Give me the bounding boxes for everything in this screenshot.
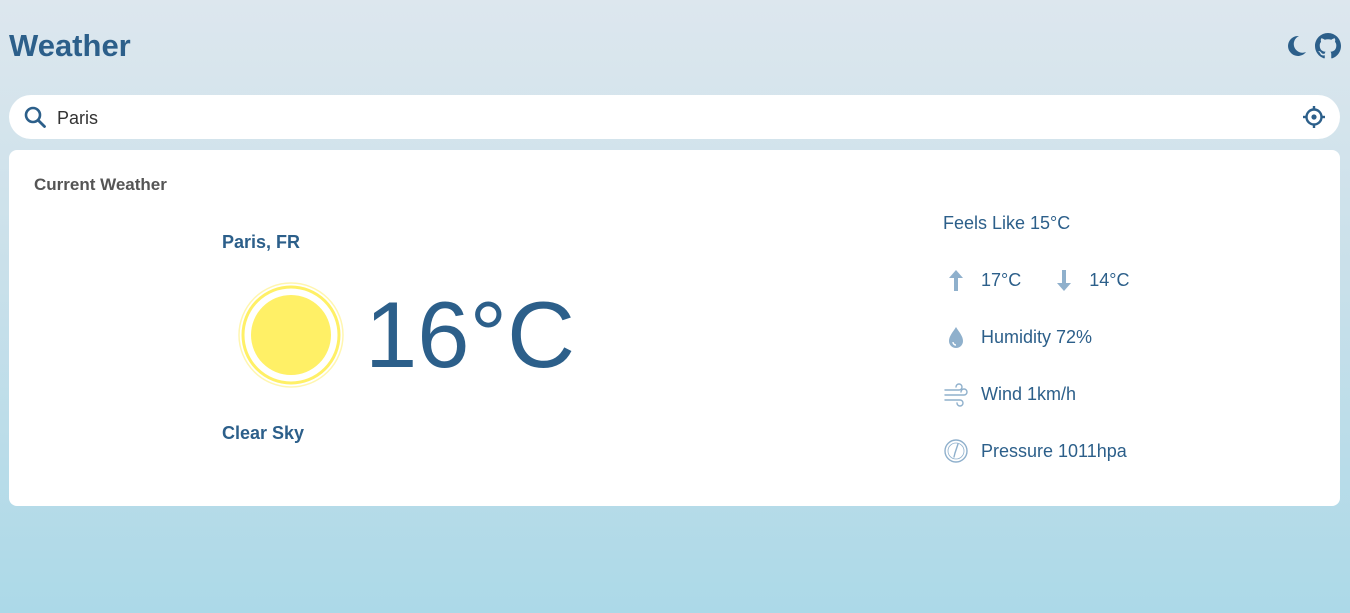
search-input[interactable] <box>55 101 1289 135</box>
search-icon[interactable] <box>23 105 47 129</box>
arrow-up-icon <box>943 267 969 293</box>
feels-like: Feels Like 15°C <box>943 213 1071 233</box>
water-drop-icon <box>943 324 969 350</box>
wind-speed: Wind 1km/h <box>981 383 1077 404</box>
search-bar <box>9 95 1340 139</box>
header-actions <box>1283 33 1341 59</box>
weather-condition: Clear Sky <box>222 423 305 443</box>
humidity: Humidity 72% <box>981 326 1093 347</box>
app-title: Weather <box>9 28 131 63</box>
min-max-row: 17°C 14°C <box>943 266 1129 294</box>
location-crosshair-icon[interactable] <box>1302 105 1326 129</box>
card-heading: Current Weather <box>34 175 167 194</box>
sun-icon <box>236 280 346 390</box>
arrow-down-icon <box>1051 267 1077 293</box>
current-temperature: 16°C <box>365 282 576 387</box>
max-temp: 17°C <box>981 269 1022 290</box>
wind-icon <box>943 381 969 407</box>
barometer-icon <box>943 438 969 464</box>
github-icon[interactable] <box>1315 33 1341 59</box>
current-weather-card: Current Weather Paris, FR 16°C Clear Sky… <box>9 150 1340 506</box>
pressure: Pressure 1011hpa <box>981 440 1127 461</box>
moon-icon[interactable] <box>1283 33 1309 59</box>
pressure-row: Pressure 1011hpa <box>943 437 1127 465</box>
location-name: Paris, FR <box>222 232 301 252</box>
min-temp: 14°C <box>1089 269 1130 290</box>
humidity-row: Humidity 72% <box>943 323 1092 351</box>
app-header: Weather <box>9 26 1341 66</box>
wind-row: Wind 1km/h <box>943 380 1076 408</box>
